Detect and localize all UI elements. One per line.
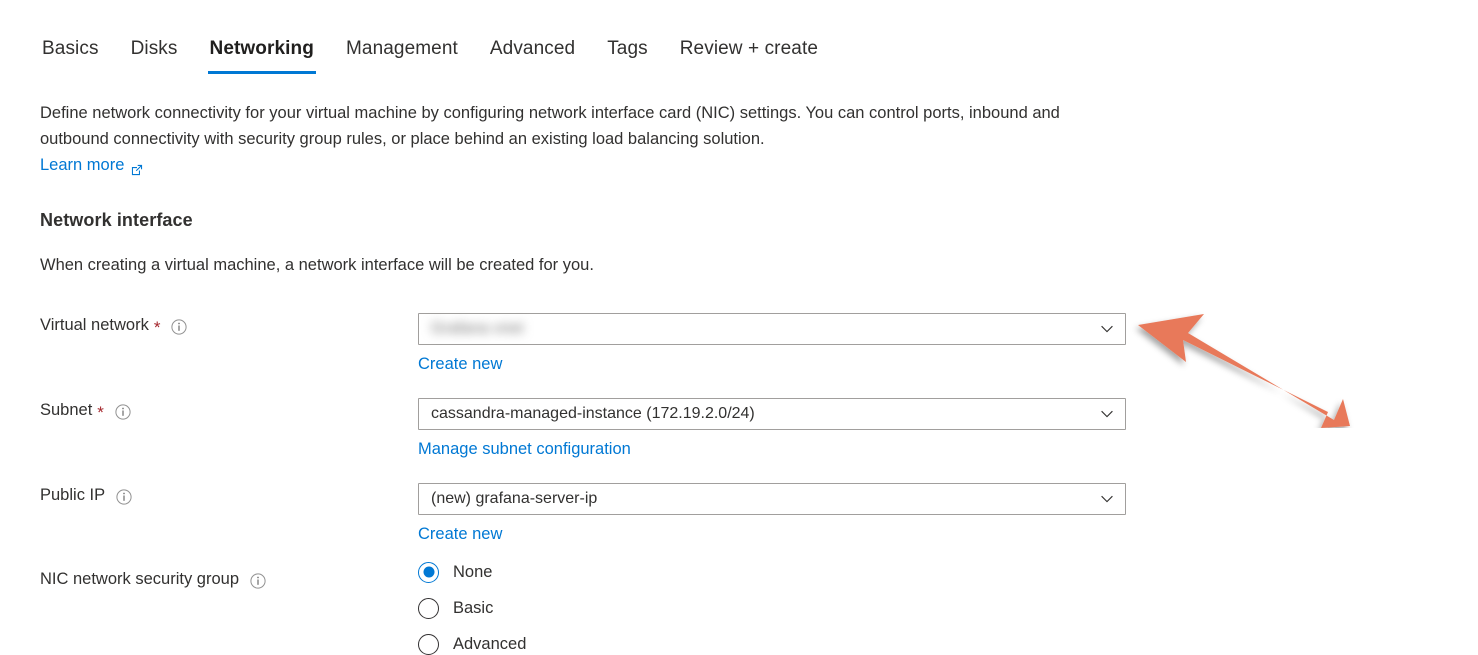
tab-basics[interactable]: Basics <box>40 36 115 74</box>
tab-label: Basics <box>42 38 99 59</box>
info-icon[interactable] <box>250 572 266 588</box>
tab-management[interactable]: Management <box>330 36 474 74</box>
subnet-label: Subnet * <box>40 398 400 422</box>
chevron-down-icon <box>1099 491 1115 507</box>
info-icon[interactable] <box>115 403 131 419</box>
section-description: When creating a virtual machine, a netwo… <box>40 253 594 277</box>
public-ip-label: Public IP <box>40 483 400 507</box>
info-icon[interactable] <box>116 488 132 504</box>
virtual-network-label: Virtual network * <box>40 313 400 337</box>
annotation-arrow <box>1128 292 1360 428</box>
virtual-network-dropdown[interactable]: Grafana vnet <box>418 313 1126 345</box>
tab-label: Disks <box>131 38 178 59</box>
virtual-network-value: Grafana vnet <box>431 320 524 338</box>
tab-disks[interactable]: Disks <box>115 36 194 74</box>
section-title-network-interface: Network interface <box>40 210 193 231</box>
tab-label: Networking <box>210 38 314 59</box>
tab-label: Review + create <box>680 38 818 59</box>
public-ip-control: (new) grafana-server-ip Create new <box>418 483 1126 545</box>
learn-more-label: Learn more <box>40 152 124 178</box>
intro-text: Define network connectivity for your vir… <box>40 104 1060 148</box>
label-text: Public IP <box>40 483 105 507</box>
subnet-control: cassandra-managed-instance (172.19.2.0/2… <box>418 398 1126 460</box>
public-ip-dropdown[interactable]: (new) grafana-server-ip <box>418 483 1126 515</box>
virtual-network-control: Grafana vnet Create new <box>418 313 1126 375</box>
wizard-tab-strip: Basics Disks Networking Management Advan… <box>40 36 834 74</box>
learn-more-link[interactable]: Learn more <box>40 152 144 178</box>
nic-nsg-radio-group: None Basic Advanced <box>418 561 526 655</box>
tab-label: Tags <box>607 38 648 59</box>
chevron-down-icon <box>1099 321 1115 337</box>
radio-option-basic[interactable]: Basic <box>418 597 526 619</box>
label-text: Virtual network <box>40 313 149 337</box>
nic-nsg-label: NIC network security group <box>40 567 400 591</box>
label-text: Subnet <box>40 398 92 422</box>
create-vm-networking-page: Basics Disks Networking Management Advan… <box>0 0 1478 649</box>
chevron-down-icon <box>1099 406 1115 422</box>
radio-mark-selected-icon <box>418 562 439 583</box>
required-asterisk: * <box>97 404 104 421</box>
label-text: NIC network security group <box>40 567 239 591</box>
tab-tags[interactable]: Tags <box>591 36 664 74</box>
intro-paragraph-block: Define network connectivity for your vir… <box>40 100 1095 178</box>
tab-networking[interactable]: Networking <box>194 36 330 74</box>
manage-subnet-configuration-link[interactable]: Manage subnet configuration <box>418 438 631 460</box>
radio-label: None <box>453 561 492 583</box>
subnet-value: cassandra-managed-instance (172.19.2.0/2… <box>431 405 755 423</box>
public-ip-value: (new) grafana-server-ip <box>431 490 597 508</box>
radio-mark-icon <box>418 634 439 655</box>
virtual-network-create-new-link[interactable]: Create new <box>418 353 502 375</box>
radio-mark-icon <box>418 598 439 619</box>
tab-label: Advanced <box>490 38 575 59</box>
tab-label: Management <box>346 38 458 59</box>
external-link-icon <box>130 159 144 173</box>
tab-review-create[interactable]: Review + create <box>664 36 834 74</box>
subnet-dropdown[interactable]: cassandra-managed-instance (172.19.2.0/2… <box>418 398 1126 430</box>
radio-label: Advanced <box>453 633 526 655</box>
radio-option-advanced[interactable]: Advanced <box>418 633 526 655</box>
public-ip-create-new-link[interactable]: Create new <box>418 523 502 545</box>
info-icon[interactable] <box>171 318 187 334</box>
radio-label: Basic <box>453 597 493 619</box>
required-asterisk: * <box>154 319 161 336</box>
tab-advanced[interactable]: Advanced <box>474 36 591 74</box>
radio-option-none[interactable]: None <box>418 561 526 583</box>
